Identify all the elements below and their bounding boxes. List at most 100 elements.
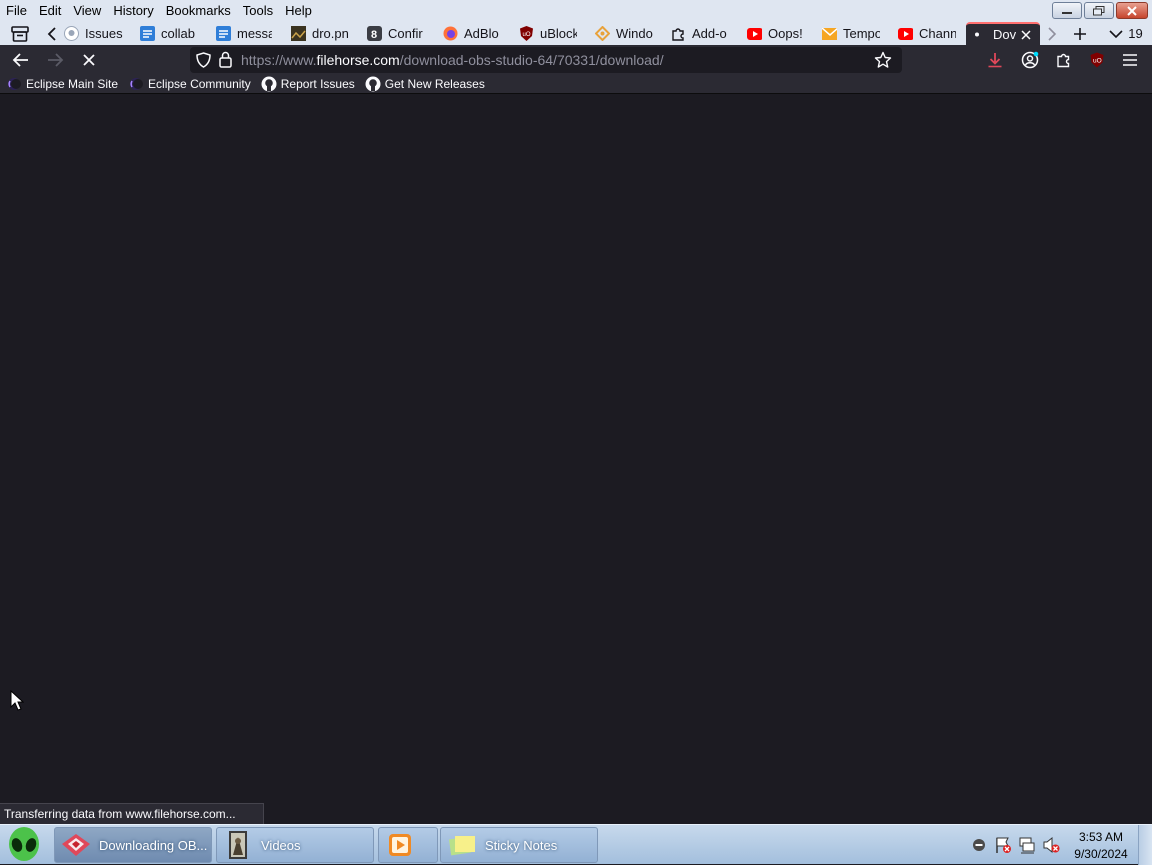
- tab-confir[interactable]: 8 Confir: [367, 22, 425, 45]
- mail-icon: [822, 26, 837, 41]
- url-text[interactable]: https://www.filehorse.com/download-obs-s…: [241, 47, 664, 73]
- menu-file[interactable]: File: [0, 1, 33, 21]
- tab-adblock[interactable]: AdBlo: [443, 22, 501, 45]
- taskbar-item-videos[interactable]: Videos: [216, 827, 374, 863]
- ublock-origin-button[interactable]: uO: [1084, 47, 1110, 73]
- bookmark-label: Get New Releases: [384, 76, 485, 91]
- tab-collab[interactable]: collab: [140, 22, 196, 45]
- hamburger-menu-icon: [1123, 54, 1137, 66]
- star-icon: [874, 51, 892, 68]
- tray-action-center-flag-icon[interactable]: [994, 836, 1012, 854]
- close-tab-button[interactable]: [1020, 29, 1032, 41]
- chevron-left-icon: [47, 26, 56, 41]
- bookmark-label: Eclipse Community: [148, 76, 251, 91]
- taskbar-item-media-player[interactable]: [378, 827, 438, 863]
- url-bar[interactable]: https://www.filehorse.com/download-obs-s…: [190, 47, 902, 73]
- bookmark-label: Eclipse Main Site: [26, 76, 119, 91]
- tab-oops[interactable]: Oops!: [747, 22, 803, 45]
- svg-text:8: 8: [371, 29, 377, 41]
- start-button[interactable]: [2, 825, 46, 865]
- firefox-view-button[interactable]: [10, 22, 30, 45]
- bookmark-label: Report Issues: [280, 76, 355, 91]
- url-domain: filehorse.com: [316, 52, 400, 68]
- lock-icon[interactable]: [219, 51, 232, 73]
- restore-button[interactable]: [1084, 2, 1114, 19]
- tab-strip: Issues collab messa dro.pn 8 Confir AdBl…: [0, 22, 1152, 45]
- taskbar-item-sticky-notes[interactable]: Sticky Notes: [440, 827, 598, 863]
- tab-downloading-active[interactable]: Dov: [966, 22, 1040, 45]
- stop-loading-button[interactable]: [76, 47, 102, 73]
- tray-network-icon[interactable]: [1018, 836, 1036, 854]
- tab-ublock[interactable]: uO uBlock: [519, 22, 577, 45]
- browser-icon: [59, 828, 93, 862]
- url-path: /download-obs-studio-64/70331/download/: [399, 52, 664, 68]
- bookmark-report-issues[interactable]: Report Issues: [261, 76, 355, 92]
- close-window-button[interactable]: [1116, 2, 1148, 19]
- extensions-button[interactable]: [1051, 47, 1077, 73]
- menu-help[interactable]: Help: [279, 1, 318, 21]
- tray-update-icon[interactable]: [970, 836, 988, 854]
- download-icon: [988, 53, 1002, 68]
- image-icon: [291, 26, 306, 41]
- tab-issues[interactable]: Issues: [64, 22, 124, 45]
- url-prefix: https://www.: [241, 52, 317, 68]
- menu-bar: File Edit View History Bookmarks Tools H…: [0, 0, 1152, 22]
- clock-date: 9/30/2024: [1074, 847, 1128, 861]
- menu-history[interactable]: History: [107, 1, 159, 21]
- bookmark-star-button[interactable]: [874, 51, 892, 74]
- taskbar-item-label: Videos: [261, 837, 301, 853]
- menu-view[interactable]: View: [67, 1, 107, 21]
- eclipse-icon: [6, 76, 22, 92]
- back-button[interactable]: [8, 47, 34, 73]
- alien-head-icon: [9, 827, 39, 861]
- menu-edit[interactable]: Edit: [33, 1, 67, 21]
- youtube-icon: [747, 26, 762, 41]
- doc-icon: [216, 26, 231, 41]
- github-icon: [64, 26, 79, 41]
- bookmark-get-new-releases[interactable]: Get New Releases: [365, 76, 485, 92]
- tab-windo[interactable]: Windo: [595, 22, 653, 45]
- tab-tempo[interactable]: Tempo: [822, 22, 880, 45]
- video-folder-icon: [221, 828, 255, 862]
- chevron-right-icon: [1048, 26, 1057, 41]
- ublock-icon: uO: [519, 26, 534, 41]
- scroll-tabs-left-button[interactable]: [42, 22, 62, 45]
- close-icon: [1127, 5, 1137, 16]
- list-all-tabs-button[interactable]: 19: [1106, 22, 1146, 45]
- minimize-button[interactable]: [1052, 2, 1082, 19]
- menu-bookmarks[interactable]: Bookmarks: [160, 1, 237, 21]
- app-menu-button[interactable]: [1117, 47, 1143, 73]
- scroll-tabs-right-button[interactable]: [1044, 22, 1060, 45]
- sticky-notes-icon: [445, 828, 479, 862]
- svg-text:uO: uO: [523, 32, 531, 38]
- page-content[interactable]: Transferring data from www.filehorse.com…: [0, 94, 1152, 824]
- new-tab-button[interactable]: [1070, 22, 1090, 45]
- close-icon: [1021, 29, 1031, 40]
- navigation-toolbar: https://www.filehorse.com/download-obs-s…: [0, 45, 1152, 74]
- minimize-icon: [1062, 11, 1072, 14]
- account-button[interactable]: [1017, 47, 1043, 73]
- taskbar: Downloading OB... Videos Sticky Notes 3:…: [0, 824, 1152, 865]
- taskbar-item-browser[interactable]: Downloading OB...: [54, 827, 212, 863]
- plus-icon: [1074, 27, 1086, 40]
- bookmark-eclipse-community[interactable]: Eclipse Community: [128, 76, 251, 92]
- show-desktop-button[interactable]: [1138, 825, 1152, 865]
- menu-tools[interactable]: Tools: [237, 1, 279, 21]
- forward-button[interactable]: [42, 47, 68, 73]
- tab-add-ons[interactable]: Add-o: [671, 22, 729, 45]
- status-panel: Transferring data from www.filehorse.com…: [0, 803, 264, 824]
- diamond-icon: [595, 26, 610, 41]
- downloads-button[interactable]: [982, 47, 1008, 73]
- youtube-icon: [898, 26, 913, 41]
- puzzle-icon: [1057, 53, 1070, 68]
- tab-messa[interactable]: messa: [216, 22, 272, 45]
- ublock-icon: uO: [1090, 52, 1104, 68]
- loading-dot-icon: [972, 27, 987, 42]
- tab-dro-pn[interactable]: dro.pn: [291, 22, 349, 45]
- tab-chann[interactable]: Chann: [898, 22, 956, 45]
- bookmark-eclipse-main-site[interactable]: Eclipse Main Site: [6, 76, 118, 92]
- tracking-protection-shield-icon[interactable]: [196, 52, 211, 73]
- tray-volume-muted-icon[interactable]: [1042, 836, 1060, 854]
- firefox-view-icon: [11, 25, 29, 42]
- system-clock[interactable]: 3:53 AM 9/30/2024: [1066, 829, 1136, 863]
